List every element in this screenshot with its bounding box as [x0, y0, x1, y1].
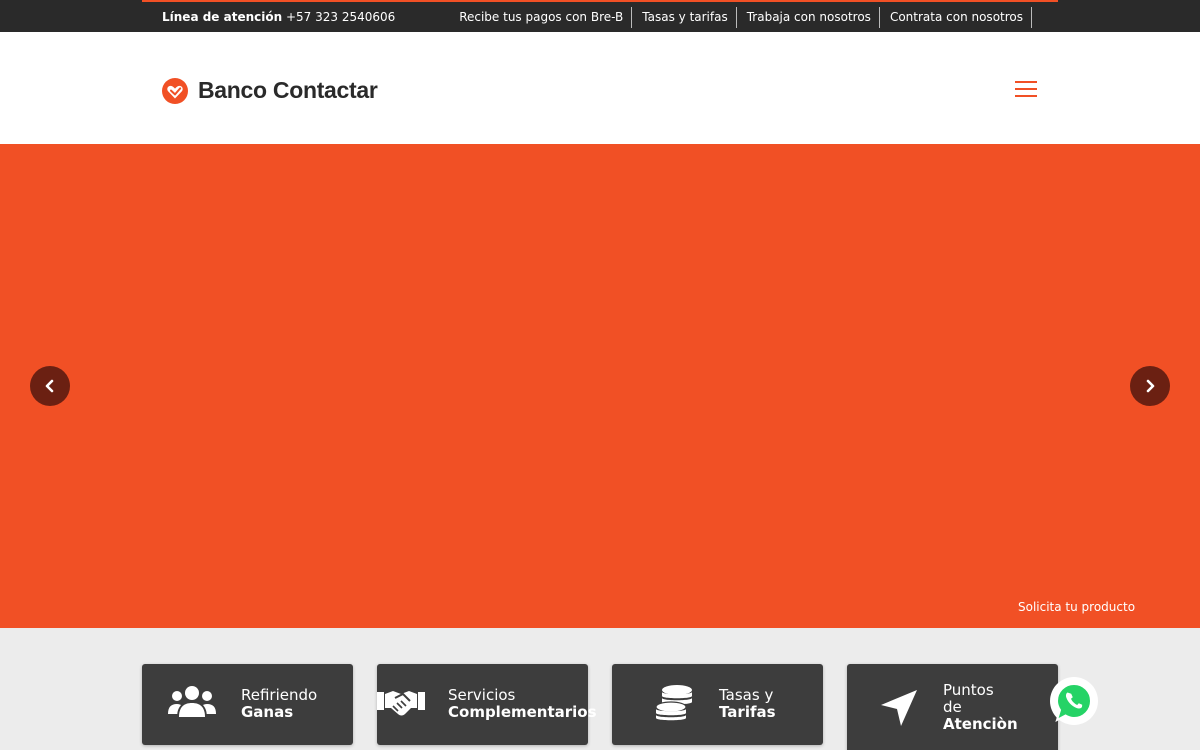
- card-tasas-text: Tasas y Tarifas: [719, 687, 776, 721]
- top-bar: Línea de atención +57 323 2540606 Recibe…: [0, 0, 1200, 32]
- chevron-left-icon: [45, 379, 54, 393]
- brand-logo[interactable]: Banco Contactar: [162, 77, 378, 104]
- top-accent-line: [142, 0, 1058, 2]
- card-puntos-line1b: de: [943, 698, 962, 716]
- card-puntos[interactable]: Puntos de Atenciòn: [847, 664, 1058, 750]
- top-link-tasas-tarifas[interactable]: Tasas y tarifas: [632, 7, 737, 28]
- card-puntos-line2: Atenciòn: [943, 715, 1018, 733]
- card-servicios[interactable]: Servicios Complementarios: [377, 664, 597, 745]
- card-puntos-text: Puntos de Atenciòn: [943, 682, 1018, 733]
- top-link-contrata[interactable]: Contrata con nosotros: [880, 7, 1032, 28]
- handshake-icon: [377, 691, 425, 716]
- card-tasas[interactable]: Tasas y Tarifas: [612, 664, 823, 745]
- card-servicios-line1: Servicios: [448, 686, 516, 704]
- brand-heart-icon: [162, 77, 188, 104]
- quick-links-section: Refiriendo Ganas Servicios Complementari…: [0, 628, 1200, 750]
- top-link-trabaja[interactable]: Trabaja con nosotros: [737, 7, 880, 28]
- top-link-bre-b[interactable]: Recibe tus pagos con Bre-B: [459, 7, 633, 28]
- card-servicios-line2: Complementarios: [448, 703, 597, 721]
- location-arrow-icon: [881, 690, 917, 726]
- site-header: Banco Contactar: [0, 32, 1200, 144]
- whatsapp-icon[interactable]: [1049, 676, 1099, 726]
- card-refiriendo-text: Refiriendo Ganas: [241, 687, 317, 721]
- service-line-label: Línea de atención: [162, 10, 283, 24]
- coins-icon: [655, 685, 692, 721]
- card-servicios-text: Servicios Complementarios: [448, 687, 597, 721]
- solicita-producto-link[interactable]: Solicita tu producto: [1018, 600, 1135, 614]
- top-nav: Recibe tus pagos con Bre-B Tasas y tarif…: [459, 7, 1032, 28]
- card-tasas-line2: Tarifas: [719, 703, 776, 721]
- service-line: Línea de atención +57 323 2540606: [162, 10, 395, 24]
- chevron-right-icon: [1146, 379, 1155, 393]
- carousel-next-button[interactable]: [1130, 366, 1170, 406]
- hero-carousel: Solicita tu producto: [0, 144, 1200, 628]
- card-refiriendo-line2: Ganas: [241, 703, 294, 721]
- card-refiriendo[interactable]: Refiriendo Ganas: [142, 664, 353, 745]
- brand-name: Banco Contactar: [198, 77, 378, 103]
- card-puntos-line1: Puntos: [943, 681, 994, 699]
- card-refiriendo-line1: Refiriendo: [241, 686, 318, 704]
- users-icon: [168, 686, 216, 717]
- hamburger-icon[interactable]: [1012, 77, 1040, 101]
- service-line-number[interactable]: +57 323 2540606: [286, 10, 395, 24]
- carousel-prev-button[interactable]: [30, 366, 70, 406]
- card-tasas-line1: Tasas y: [719, 686, 774, 704]
